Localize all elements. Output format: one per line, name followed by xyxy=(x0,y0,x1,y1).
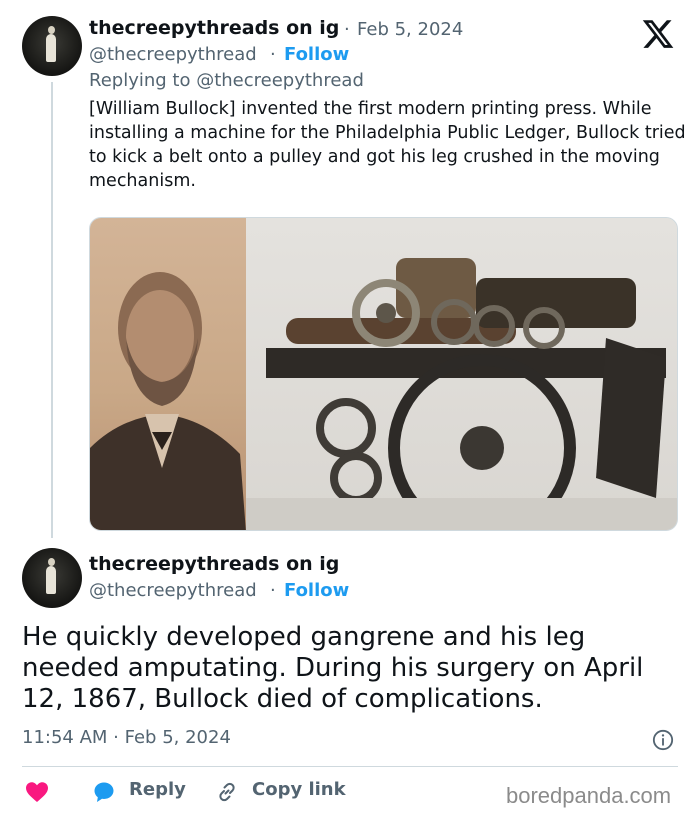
reply-button[interactable]: Reply xyxy=(129,779,186,800)
author-name[interactable]: thecreepythreads on ig xyxy=(89,17,339,39)
copy-link-button[interactable]: Copy link xyxy=(252,779,346,800)
tweet-text: [William Bullock] invented the first mod… xyxy=(89,99,686,191)
post-date[interactable]: Feb 5, 2024 xyxy=(357,19,463,40)
divider xyxy=(22,766,678,767)
follow-button[interactable]: Follow xyxy=(284,580,349,601)
author-handle[interactable]: @thecreepythread xyxy=(89,580,257,601)
reply-bubble-icon[interactable] xyxy=(92,780,116,804)
separator-dot: · xyxy=(344,19,350,40)
author-name[interactable]: thecreepythreads on ig xyxy=(89,553,339,575)
follow-button[interactable]: Follow xyxy=(284,44,349,65)
printing-press-photo xyxy=(246,218,677,530)
thread-line xyxy=(51,82,53,538)
timestamp[interactable]: 11:54 AM · Feb 5, 2024 xyxy=(22,727,231,748)
tweet-text: He quickly developed gangrene and his le… xyxy=(22,622,644,714)
heart-icon[interactable] xyxy=(25,781,49,803)
avatar-figure xyxy=(46,26,56,62)
author-handle[interactable]: @thecreepythread xyxy=(89,44,257,65)
separator-dot: · xyxy=(270,580,276,601)
info-icon[interactable] xyxy=(652,729,674,751)
watermark: boredpanda.com xyxy=(506,783,672,808)
avatar-figure xyxy=(46,558,56,594)
avatar[interactable] xyxy=(22,548,82,608)
portrait-photo xyxy=(90,218,246,530)
avatar[interactable] xyxy=(22,16,82,76)
replying-to[interactable]: Replying to @thecreepythread xyxy=(89,70,364,91)
link-icon[interactable] xyxy=(215,780,239,804)
x-logo-icon[interactable] xyxy=(640,17,676,51)
separator-dot: · xyxy=(270,44,276,65)
tweet-media[interactable] xyxy=(89,217,678,531)
